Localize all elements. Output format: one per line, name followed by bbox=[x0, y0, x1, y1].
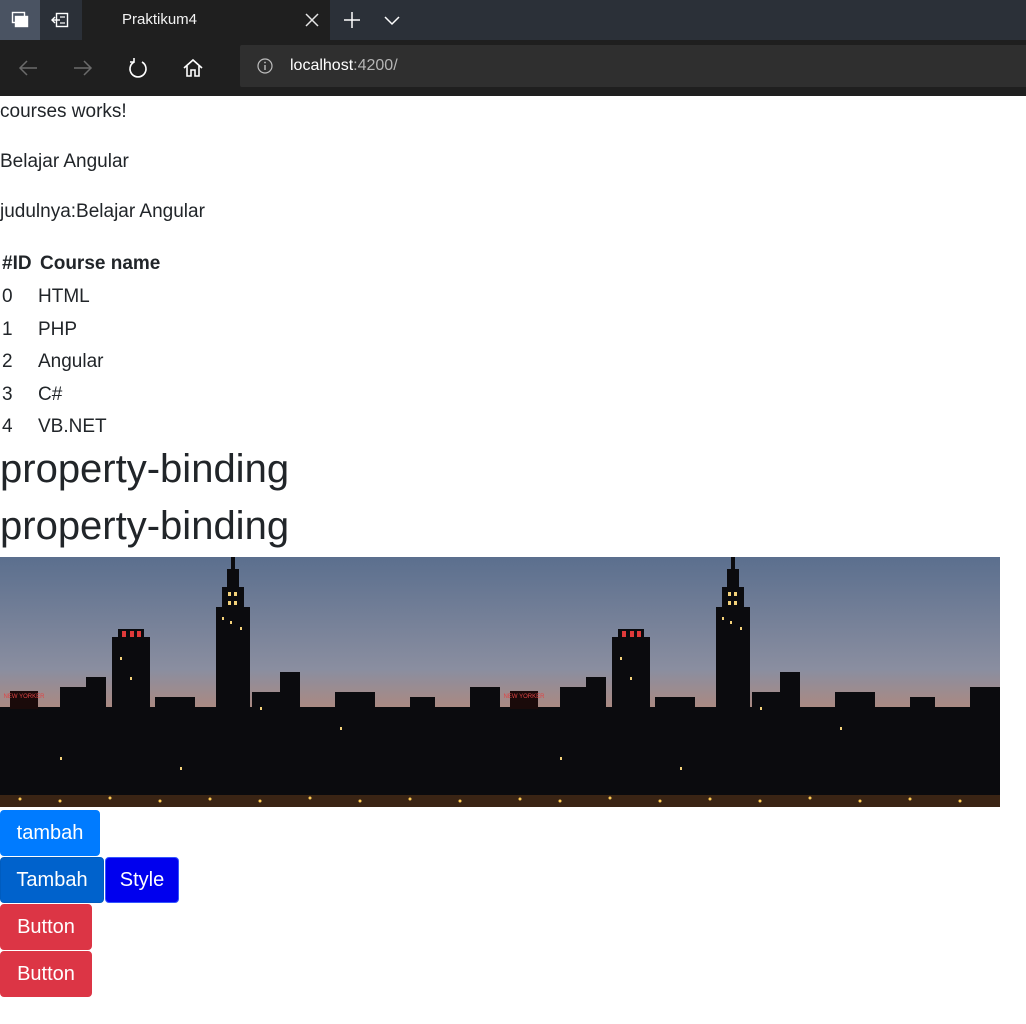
course-id: 0 bbox=[2, 286, 13, 307]
navigation-bar: localhost:4200/ bbox=[0, 40, 1026, 96]
tab-stack-icon bbox=[11, 11, 29, 28]
city-skyline-image: NEW YORKER bbox=[0, 557, 500, 807]
judulnya-text: judulnya:Belajar Angular bbox=[0, 201, 205, 222]
city-skyline-image-2: NEW YORKER bbox=[500, 557, 1000, 807]
property-binding-heading-2: property-binding bbox=[0, 504, 290, 548]
table-row: 0 HTML bbox=[0, 281, 162, 314]
tabs-aside-button[interactable] bbox=[40, 0, 80, 40]
column-header-id: #ID bbox=[2, 253, 32, 274]
url-port-path: :4200/ bbox=[353, 57, 398, 74]
url-host: localhost bbox=[290, 57, 354, 74]
course-id: 4 bbox=[2, 416, 13, 437]
tabs-aside-icon bbox=[51, 12, 69, 28]
back-button[interactable] bbox=[8, 48, 48, 88]
url-text[interactable]: localhost:4200/ bbox=[290, 45, 398, 87]
course-id: 2 bbox=[2, 351, 13, 372]
danger-button-2[interactable]: Button bbox=[0, 951, 92, 997]
close-icon bbox=[305, 13, 319, 27]
close-tab-button[interactable] bbox=[302, 10, 322, 30]
table-row: 3 C# bbox=[0, 379, 162, 412]
home-icon bbox=[183, 58, 203, 77]
tambah-button-2[interactable]: Tambah bbox=[0, 857, 104, 903]
page-content: courses works! Belajar Angular judulnya:… bbox=[0, 96, 1026, 1024]
new-tab-button[interactable] bbox=[332, 0, 372, 40]
course-id: 1 bbox=[2, 318, 13, 340]
column-header-course-name: Course name bbox=[40, 253, 161, 274]
courses-works-text: courses works! bbox=[0, 101, 127, 122]
table-header-row: #ID Course name bbox=[0, 250, 162, 281]
course-name: C# bbox=[38, 383, 63, 405]
style-button[interactable]: Style bbox=[105, 857, 179, 903]
course-name: PHP bbox=[38, 318, 78, 340]
tab-title: Praktikum4 bbox=[122, 11, 198, 28]
address-bar[interactable]: localhost:4200/ bbox=[240, 45, 1026, 87]
course-name: VB.NET bbox=[38, 416, 107, 437]
info-icon[interactable] bbox=[256, 57, 274, 75]
refresh-button[interactable] bbox=[118, 48, 158, 88]
forward-arrow-icon bbox=[74, 60, 93, 76]
skyline-sign-text-2: NEW YORKER bbox=[504, 694, 546, 700]
table-row: 4 VB.NET bbox=[0, 411, 162, 444]
home-button[interactable] bbox=[173, 48, 213, 88]
tab-stack-button[interactable] bbox=[0, 0, 40, 40]
back-arrow-icon bbox=[18, 60, 37, 76]
table-row: 1 PHP bbox=[0, 314, 162, 347]
course-id: 3 bbox=[2, 383, 13, 405]
courses-table: #ID Course name 0 HTML 1 PHP 2 Angular 3… bbox=[0, 250, 162, 444]
skyline-sign-text: NEW YORKER bbox=[4, 694, 46, 700]
forward-button[interactable] bbox=[63, 48, 103, 88]
chevron-down-icon bbox=[384, 16, 400, 26]
tab-list-button[interactable] bbox=[372, 0, 412, 40]
tab-praktikum4[interactable]: Praktikum4 bbox=[82, 0, 330, 40]
tab-bar: Praktikum4 bbox=[0, 0, 1026, 40]
property-binding-heading: property-binding bbox=[0, 447, 290, 491]
course-name: Angular bbox=[38, 351, 104, 372]
plus-icon bbox=[344, 12, 360, 28]
danger-button[interactable]: Button bbox=[0, 904, 92, 950]
course-name: HTML bbox=[38, 286, 90, 307]
refresh-icon bbox=[129, 58, 147, 78]
table-row: 2 Angular bbox=[0, 346, 162, 379]
tambah-button[interactable]: tambah bbox=[0, 810, 100, 856]
title-text: Belajar Angular bbox=[0, 151, 129, 172]
